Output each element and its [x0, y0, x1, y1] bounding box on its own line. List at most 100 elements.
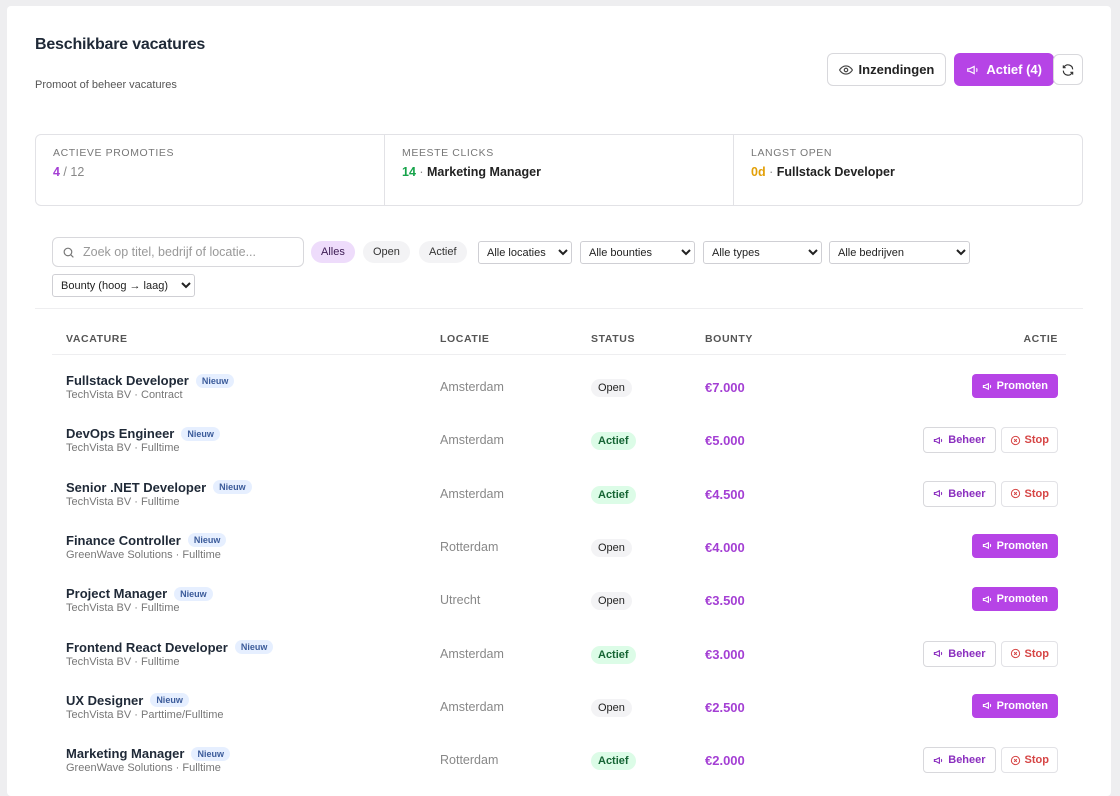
table-row: Frontend React Developer Nieuw TechVista B… — [52, 627, 1066, 680]
bounty-select[interactable]: Alle bounties — [580, 241, 695, 264]
job-bounty: €5.000 — [705, 433, 745, 449]
stop-button[interactable]: Stop — [1000, 427, 1058, 454]
table-row: DevOps Engineer Nieuw TechVista BV · Fullt… — [52, 413, 1066, 466]
status-badge: Actief — [591, 645, 636, 664]
stats-bar: ACTIEVE PROMOTIES 4 / 12 MEESTE CLICKS 1… — [35, 134, 1083, 206]
megaphone-icon — [933, 488, 944, 499]
row-actions: Promoten — [971, 533, 1058, 558]
separator: · — [415, 165, 428, 179]
job-location: Rotterdam — [440, 539, 499, 554]
clicks-job-name: Marketing Manager — [427, 165, 541, 179]
col-job: VACATURE — [66, 333, 128, 345]
manage-label: Beheer — [948, 434, 986, 447]
job-company-type: TechVista BV · Fulltime — [66, 655, 180, 668]
separator: · — [765, 165, 777, 179]
chip-actief[interactable]: Actief — [419, 241, 467, 263]
stop-label: Stop — [1024, 647, 1049, 660]
stop-label: Stop — [1024, 754, 1049, 767]
job-bounty: €4.500 — [705, 486, 745, 502]
stop-circle-icon — [1010, 488, 1021, 499]
job-bounty: €2.000 — [705, 753, 745, 769]
search-input[interactable] — [83, 245, 293, 259]
promote-label: Promoten — [996, 593, 1048, 606]
job-title: Marketing Manager Nieuw — [66, 746, 230, 761]
divider — [35, 308, 1083, 309]
stat-label: MEESTE CLICKS — [402, 147, 494, 159]
stop-circle-icon — [1010, 755, 1021, 766]
page-subtitle: Promoot of beheer vacatures — [35, 79, 177, 91]
job-company-type: TechVista BV · Parttime/Fulltime — [66, 708, 224, 721]
sort-select[interactable]: Bounty (hoog → laag) — [52, 274, 195, 297]
job-location: Amsterdam — [440, 486, 504, 501]
location-select[interactable]: Alle locaties — [478, 241, 572, 264]
job-title: UX Designer Nieuw — [66, 693, 189, 708]
new-badge: Nieuw — [234, 640, 274, 654]
manage-button[interactable]: Beheer — [923, 640, 996, 667]
megaphone-icon — [933, 648, 944, 659]
total-count: 12 — [70, 165, 85, 179]
job-title: Fullstack Developer Nieuw — [66, 373, 235, 388]
active-promotions-button[interactable]: Actief (4) — [954, 53, 1054, 86]
job-location: Amsterdam — [440, 699, 504, 714]
status-badge: Open — [591, 698, 632, 717]
job-title-text: DevOps Engineer — [66, 426, 175, 442]
manage-button[interactable]: Beheer — [923, 480, 996, 507]
row-actions: Promoten — [971, 374, 1058, 398]
manage-label: Beheer — [948, 647, 986, 660]
job-company-type: TechVista BV · Fulltime — [66, 495, 180, 508]
table-header: VACATURE LOCATIE STATUS BOUNTY ACTIE — [52, 333, 1066, 355]
job-title: Senior .NET Developer Nieuw — [66, 480, 252, 495]
job-title-text: Frontend React Developer — [66, 639, 228, 655]
stop-button[interactable]: Stop — [1000, 747, 1058, 774]
status-badge: Actief — [591, 485, 636, 504]
search-box — [52, 237, 304, 267]
job-title: Project Manager Nieuw — [66, 586, 213, 601]
job-location: Amsterdam — [440, 433, 504, 448]
row-actions: Promoten — [971, 693, 1058, 718]
submissions-button[interactable]: Inzendingen — [826, 53, 947, 86]
job-bounty: €3.500 — [705, 593, 745, 609]
promote-button[interactable]: Promoten — [971, 587, 1058, 612]
promote-button[interactable]: Promoten — [971, 533, 1058, 558]
company-select[interactable]: Alle bedrijven — [829, 241, 970, 264]
refresh-button[interactable] — [1053, 54, 1083, 85]
promote-button[interactable]: Promoten — [971, 374, 1058, 398]
status-badge: Open — [591, 538, 632, 557]
col-status: STATUS — [591, 333, 636, 345]
chip-open[interactable]: Open — [363, 241, 410, 263]
megaphone-icon — [982, 700, 993, 711]
manage-button[interactable]: Beheer — [923, 747, 996, 774]
stop-button[interactable]: Stop — [1000, 480, 1058, 507]
col-location: LOCATIE — [440, 333, 490, 345]
table-row: Senior .NET Developer Nieuw TechVista BV ·… — [52, 467, 1066, 520]
stop-circle-icon — [1010, 435, 1021, 446]
stat-label: LANGST OPEN — [751, 147, 833, 159]
status-badge: Open — [591, 379, 632, 397]
job-title-text: UX Designer — [66, 692, 144, 708]
job-location: Utrecht — [440, 593, 481, 608]
megaphone-icon — [982, 594, 993, 605]
chip-alles[interactable]: Alles — [311, 241, 355, 263]
manage-button[interactable]: Beheer — [923, 427, 996, 454]
job-bounty: €3.000 — [705, 646, 745, 662]
status-badge: Open — [591, 592, 632, 611]
job-title: DevOps Engineer Nieuw — [66, 426, 220, 441]
manage-label: Beheer — [948, 754, 986, 767]
stat-active-promotions: ACTIEVE PROMOTIES 4 / 12 — [36, 135, 385, 205]
active-promotions-label: Actief (4) — [986, 62, 1042, 77]
manage-label: Beheer — [948, 487, 986, 500]
job-title-text: Fullstack Developer — [66, 373, 189, 388]
stop-button[interactable]: Stop — [1000, 640, 1058, 667]
row-actions: Promoten — [971, 587, 1058, 612]
table-row: Fullstack Developer Nieuw TechVista BV · C… — [52, 360, 1066, 413]
new-badge: Nieuw — [195, 373, 235, 388]
megaphone-icon — [933, 435, 944, 446]
clicks-count: 14 — [402, 165, 416, 179]
type-select[interactable]: Alle types — [703, 241, 822, 264]
col-bounty: BOUNTY — [705, 333, 753, 345]
stat-longest-open: LANGST OPEN 0d · Fullstack Developer — [734, 135, 1082, 205]
job-location: Rotterdam — [440, 753, 499, 768]
promote-button[interactable]: Promoten — [971, 693, 1058, 718]
col-action: ACTIE — [1023, 333, 1058, 345]
megaphone-icon — [933, 755, 944, 766]
